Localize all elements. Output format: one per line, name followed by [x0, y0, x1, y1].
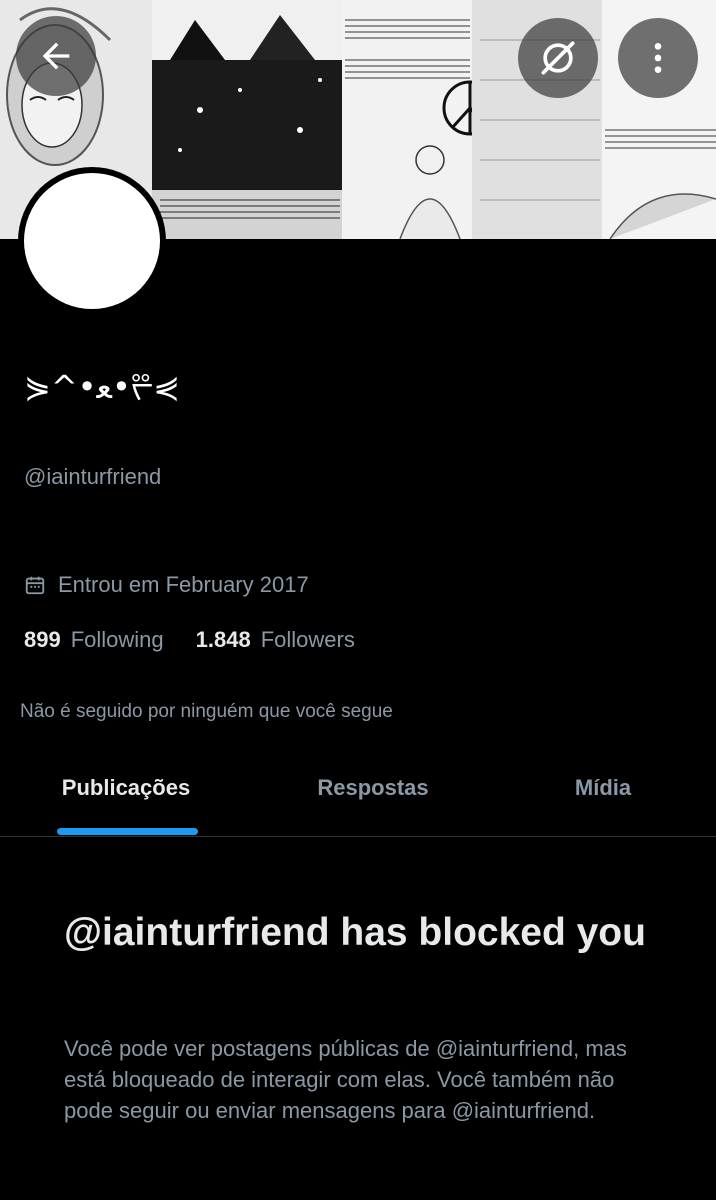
following-link[interactable]: 899 Following: [24, 627, 164, 653]
followers-link[interactable]: 1.848 Followers: [196, 627, 355, 653]
active-tab-indicator: [57, 828, 198, 835]
tab-publicacoes[interactable]: Publicações: [0, 740, 252, 836]
display-name: ⋟^•ﻌ•ᢟ⋞: [24, 368, 180, 406]
following-label: Following: [70, 627, 164, 652]
blocked-status-button[interactable]: [518, 18, 598, 98]
avatar-image: [24, 173, 160, 309]
blocked-message: Você pode ver postagens públicas de @iai…: [64, 1036, 627, 1123]
blocked-title: @iainturfriend has blocked you: [64, 911, 646, 954]
tab-respostas[interactable]: Respostas: [252, 740, 494, 836]
join-date: Entrou em February 2017: [24, 572, 309, 598]
arrow-left-icon: [42, 42, 70, 70]
follow-stats: 899 Following 1.848 Followers: [24, 627, 387, 653]
more-options-button[interactable]: [618, 18, 698, 98]
profile-handle: @iainturfriend: [24, 464, 162, 489]
profile-tabs: Publicações Respostas Mídia: [0, 740, 716, 837]
followed-by-note: Não é seguido por ninguém que você segue: [20, 701, 393, 722]
back-button[interactable]: [16, 16, 96, 96]
more-vertical-icon: [654, 43, 662, 73]
avatar[interactable]: [18, 167, 166, 315]
following-count: 899: [24, 627, 61, 652]
followers-count: 1.848: [195, 627, 251, 652]
join-date-label: Entrou em February 2017: [58, 572, 309, 597]
calendar-icon: [25, 576, 45, 595]
followers-label: Followers: [260, 627, 355, 652]
tab-midia[interactable]: Mídia: [494, 740, 712, 836]
block-slash-icon: [541, 41, 575, 75]
